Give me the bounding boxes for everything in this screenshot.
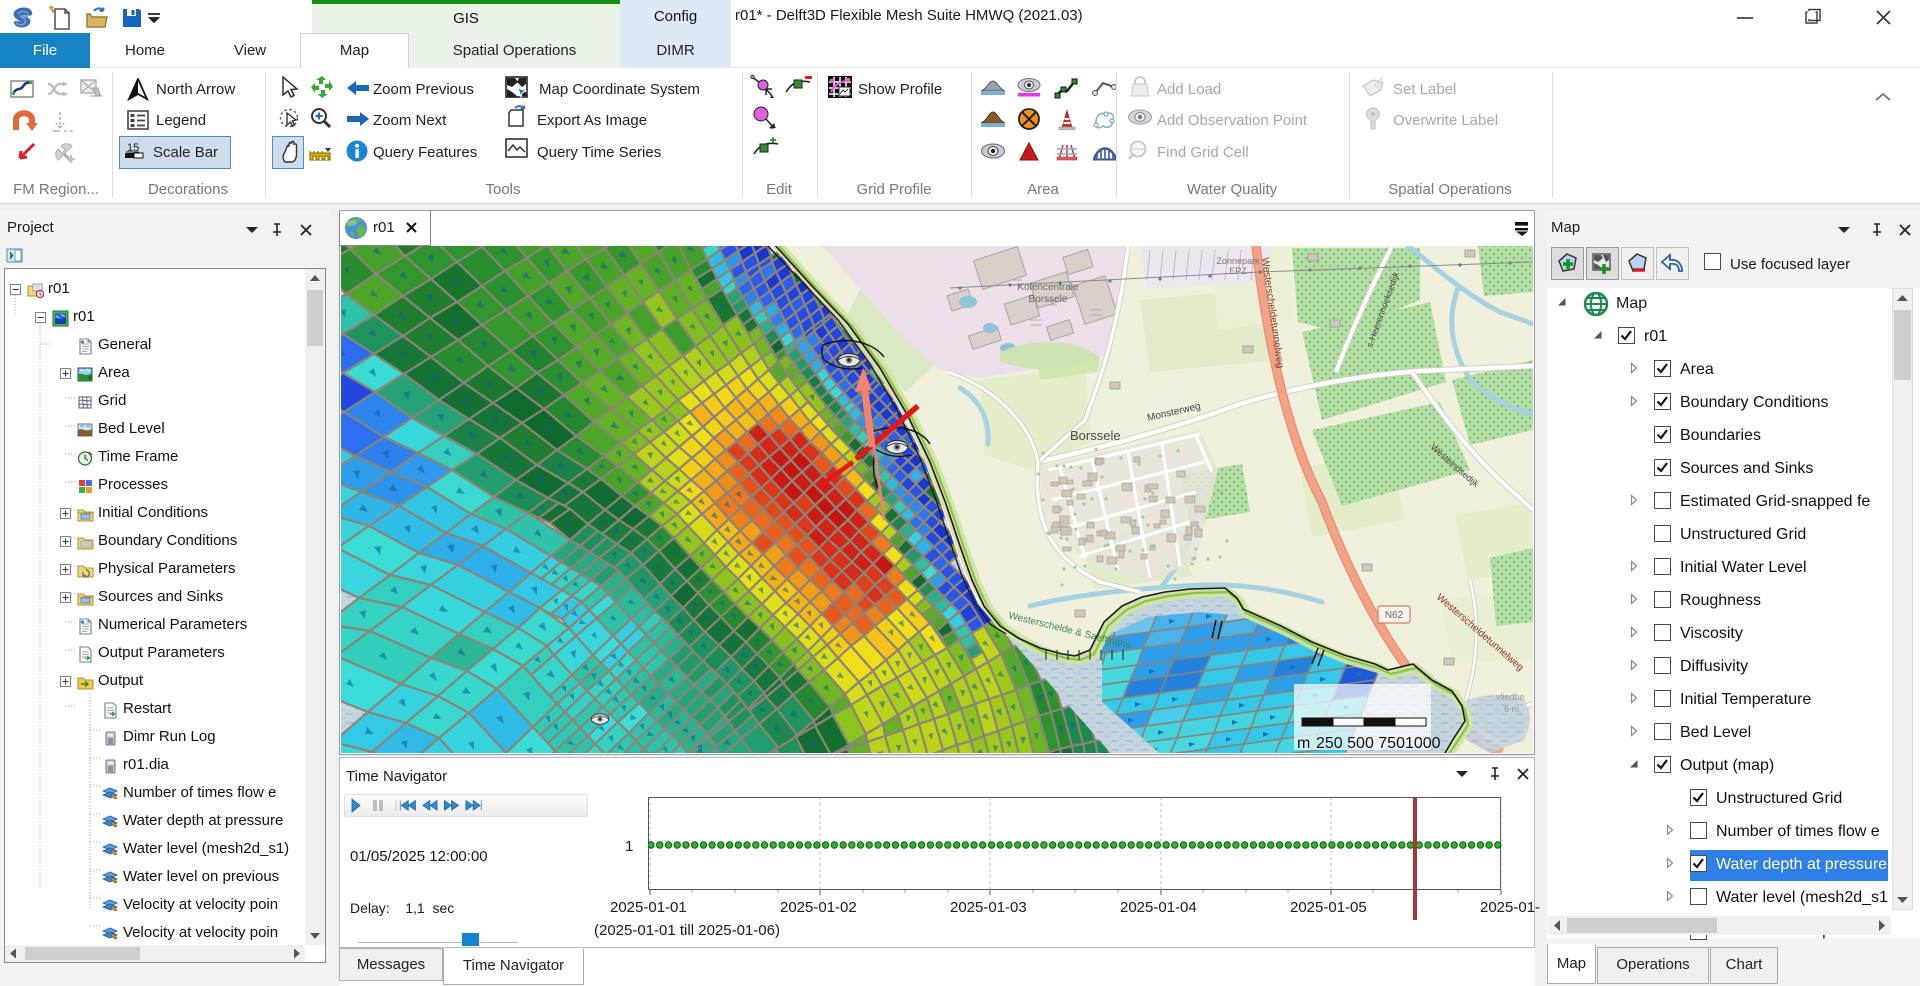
svg-text:Borssele: Borssele <box>1029 294 1068 305</box>
svg-text:Borssele: Borssele <box>1070 428 1121 443</box>
svg-text:Kolencentrale: Kolencentrale <box>1017 282 1079 293</box>
svg-text:m: m <box>1297 735 1310 752</box>
svg-text:EPZ: EPZ <box>1229 266 1247 276</box>
svg-text:N62: N62 <box>1385 610 1404 621</box>
svg-text:250 500 7501000: 250 500 7501000 <box>1316 735 1441 752</box>
svg-text:Zonnepark: Zonnepark <box>1216 256 1260 266</box>
svg-text:6 m: 6 m <box>1504 704 1519 714</box>
svg-text:vliedbe: vliedbe <box>1496 692 1525 702</box>
